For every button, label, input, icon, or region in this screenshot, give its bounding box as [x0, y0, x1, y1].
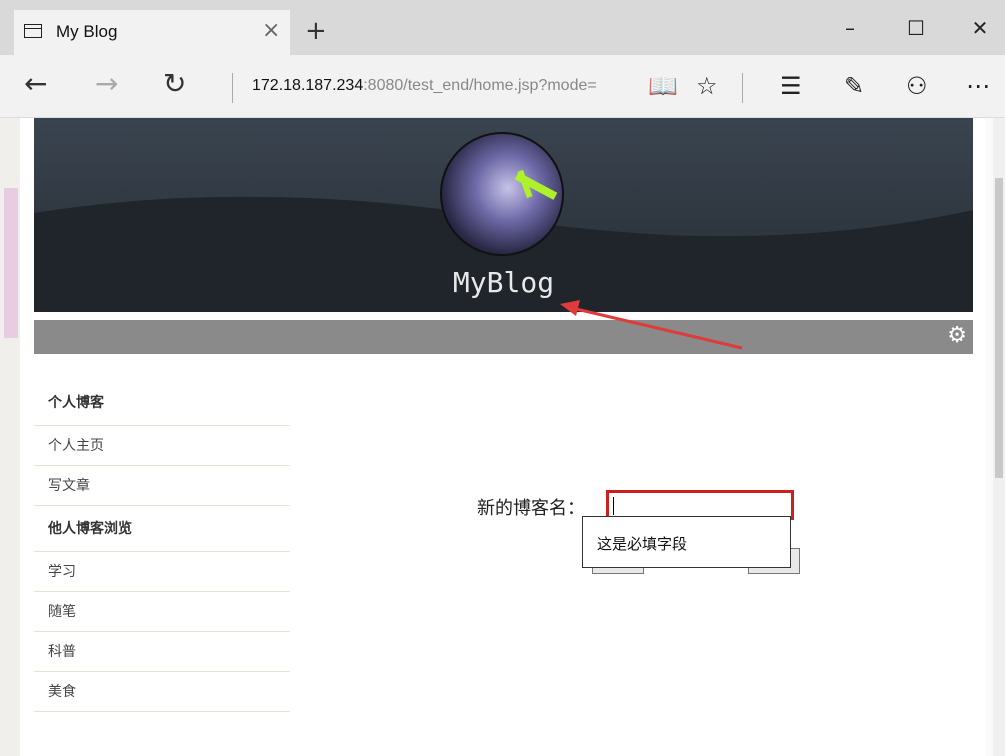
divider [742, 73, 743, 103]
tab-close-button[interactable]: × [262, 18, 280, 43]
page-content: MyBlog ⚙ 个人博客 个人主页 写文章 他人博客浏览 学习 随笔 科普 美… [20, 118, 985, 756]
sidebar-item-home[interactable]: 个人主页 [34, 426, 290, 466]
more-icon[interactable]: ⋯ [966, 73, 990, 99]
sidebar-item-write[interactable]: 写文章 [34, 466, 290, 506]
address-bar: ← → ↻ 172.18.187.234:8080/test_end/home.… [0, 55, 1005, 118]
new-tab-button[interactable]: + [305, 18, 327, 44]
scrollbar[interactable] [993, 118, 1005, 756]
browser-tab[interactable]: My Blog × [14, 10, 290, 55]
share-icon[interactable]: ⚇ [906, 73, 928, 99]
back-button[interactable]: ← [24, 69, 47, 99]
maximize-button[interactable]: ☐ [896, 16, 936, 40]
scroll-thumb[interactable] [995, 178, 1003, 478]
sidebar-item-study[interactable]: 学习 [34, 552, 290, 592]
minimize-button[interactable]: – [830, 16, 870, 40]
sidebar-heading-others: 他人博客浏览 [34, 506, 290, 552]
sidebar-heading-personal: 个人博客 [34, 380, 290, 426]
close-window-button[interactable]: ✕ [960, 16, 1000, 40]
avatar [440, 132, 564, 256]
tab-bar: My Blog × + – ☐ ✕ [0, 0, 1005, 55]
forward-button[interactable]: → [95, 69, 118, 99]
tab-page-icon [24, 24, 42, 38]
text-caret [613, 497, 614, 515]
reading-view-icon[interactable]: 📖 [648, 73, 678, 99]
decorative-strip [4, 188, 18, 338]
tab-title: My Blog [56, 22, 118, 41]
sidebar-item-science[interactable]: 科普 [34, 632, 290, 672]
blog-header: MyBlog [34, 118, 973, 312]
blog-toolbar: ⚙ [34, 320, 973, 354]
url-host: 172.18.187.234 [252, 77, 364, 94]
favorite-star-icon[interactable]: ☆ [696, 73, 718, 99]
hub-icon[interactable]: ☰ [780, 73, 802, 99]
sidebar: 个人博客 个人主页 写文章 他人博客浏览 学习 随笔 科普 美食 [34, 380, 290, 712]
refresh-button[interactable]: ↻ [163, 69, 186, 99]
divider [232, 73, 233, 103]
blog-title: MyBlog [452, 266, 555, 299]
url-path: :8080/test_end/home.jsp?mode= [363, 77, 597, 94]
page-viewport: MyBlog ⚙ 个人博客 个人主页 写文章 他人博客浏览 学习 随笔 科普 美… [0, 118, 1005, 756]
left-strip [0, 118, 20, 756]
validation-tooltip: 这是必填字段 [582, 516, 791, 568]
web-note-icon[interactable]: ✎ [844, 73, 864, 99]
gear-icon[interactable]: ⚙ [947, 325, 967, 347]
sidebar-item-food[interactable]: 美食 [34, 672, 290, 712]
blog-name-label: 新的博客名： [477, 498, 585, 519]
url-field[interactable]: 172.18.187.234:8080/test_end/home.jsp?mo… [252, 77, 632, 95]
sidebar-item-essay[interactable]: 随笔 [34, 592, 290, 632]
